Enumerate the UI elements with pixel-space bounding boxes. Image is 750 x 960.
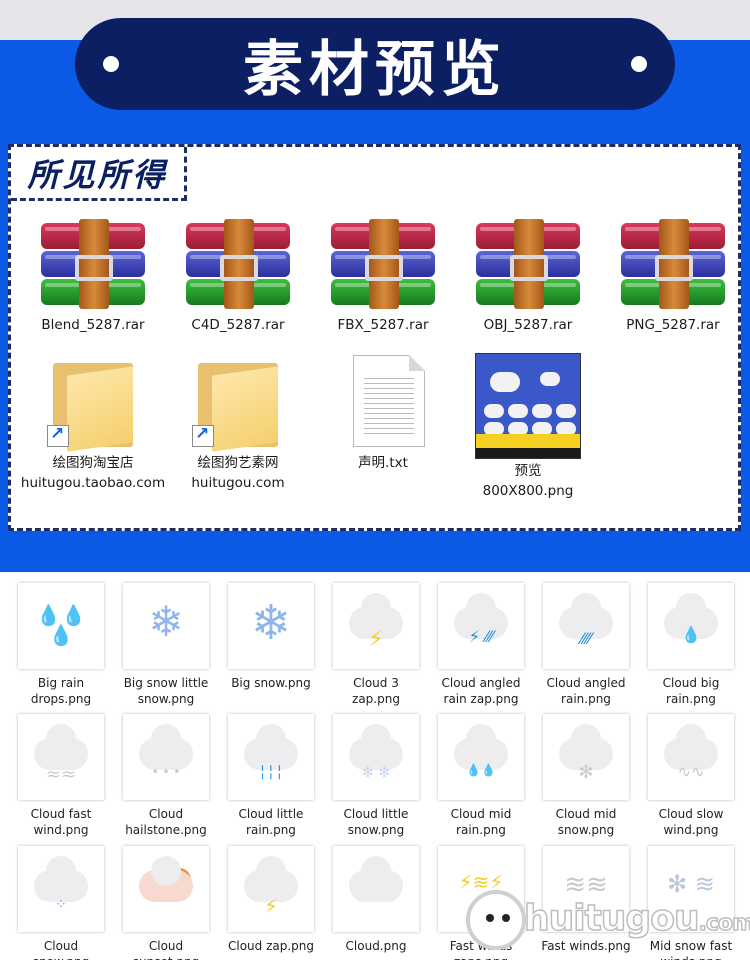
dot-icon [631,56,647,72]
icon-card[interactable]: ✻ [543,714,629,800]
cloud-fast-wind-icon: ≈≈ [18,714,104,800]
cloud-sunset-icon [123,846,209,932]
icon-card-label: Cloud zap.png [227,939,314,953]
file-item[interactable]: 绘图狗淘宝店 huitugou.taobao.com [20,353,166,493]
file-name: FBX_5287.rar [337,317,429,333]
big-rain-drops-icon: 💧💧 💧 [36,603,86,647]
icon-card-label: Cloud sunset.png [133,939,199,960]
icon-card-label: Cloud angled rain.png [546,676,626,706]
icon-card-label: Cloud angled rain zap.png [441,676,521,706]
rar-archive-icon [472,215,584,311]
rar-archive-icon [617,215,729,311]
cloud-mid-snow-icon: ✻ [543,714,629,800]
file-item[interactable]: OBJ_5287.rar [455,215,601,335]
icon-card[interactable]: 💧 [648,583,734,669]
icon-card[interactable]: ⚡ [333,583,419,669]
icon-card-label: Cloud big rain.png [662,676,720,706]
image-thumbnail-icon [472,353,584,459]
rar-archive-icon [182,215,294,311]
folder-shortcut-icon [182,353,294,452]
text-file-icon [327,353,439,449]
icon-card[interactable]: ⁄⁄⁄⁄ [543,583,629,669]
watermark: huitugou.com [466,890,750,950]
file-item[interactable]: C4D_5287.rar [165,215,311,335]
file-name: PNG_5287.rar [626,317,720,333]
icon-card[interactable]: ≈≈ [18,714,104,800]
icon-card[interactable]: ∿∿ [648,714,734,800]
watermark-text: huitugou [523,897,700,940]
cloud-little-snow-icon: ✻ ✻ [333,714,419,800]
icon-card-label: Cloud mid snow.png [555,807,617,837]
icon-card[interactable]: ❄ [228,583,314,669]
file-name: 声明.txt [358,455,408,471]
file-name: 预览 800X800.png [482,463,574,499]
file-explorer-panel: 所见所得 Blend_5287.rar C4D_5287.rar FBX_528… [8,144,741,531]
cloud-angled-rain-zap-icon: ⚡ ⁄⁄⁄ [438,583,524,669]
file-name: 绘图狗淘宝店 huitugou.taobao.com [20,455,166,491]
panel-label-box: 所见所得 [11,147,187,201]
file-name: Blend_5287.rar [41,317,145,333]
icon-card-label: Cloud hailstone.png [125,807,207,837]
icon-card[interactable]: ⚡ [228,846,314,932]
file-item[interactable]: 预览 800X800.png [455,353,601,501]
dog-logo-icon [466,890,526,950]
file-name: C4D_5287.rar [191,317,285,333]
cloud-snow-icon: ⁘ [18,846,104,932]
big-snow-little-snow-icon: ❄ [148,597,184,646]
icon-card-label: Cloud snow.png [33,939,90,960]
icon-card[interactable]: 💧💧 [438,714,524,800]
icon-card[interactable] [123,846,209,932]
icon-card-label: Big snow little snow.png [123,676,209,706]
icon-card[interactable]: ⁘ [18,846,104,932]
cloud-zap-icon: ⚡ [228,846,314,932]
big-snow-icon: ❄ [250,595,292,651]
file-item[interactable]: 声明.txt [310,353,456,473]
icon-card[interactable]: ╎╎╎ [228,714,314,800]
cloud-icon [333,846,419,932]
icon-card-label: Cloud little rain.png [238,807,304,837]
cloud-mid-rain-icon: 💧💧 [438,714,524,800]
cloud-big-rain-icon: 💧 [648,583,734,669]
cloud-little-rain-icon: ╎╎╎ [228,714,314,800]
file-name: 绘图狗艺素网 huitugou.com [191,455,285,491]
icon-card-label: Cloud.png [345,939,407,953]
dot-icon [103,56,119,72]
icon-card[interactable]: ✻ ✻ [333,714,419,800]
icon-card-label: Cloud fast wind.png [30,807,92,837]
title-banner: 素材预览 [75,18,675,110]
file-item[interactable]: PNG_5287.rar [600,215,746,335]
file-item[interactable]: Blend_5287.rar [20,215,166,335]
folder-shortcut-icon [37,353,149,452]
icon-card-label: Big snow.png [231,676,311,690]
icon-card-label: Big rain drops.png [30,676,92,706]
icon-card-label: Cloud little snow.png [343,807,409,837]
icon-card[interactable]: • • • [123,714,209,800]
file-name: OBJ_5287.rar [483,317,573,333]
file-item[interactable]: 绘图狗艺素网 huitugou.com [165,353,311,493]
page-title: 素材预览 [243,34,507,105]
cloud-slow-wind-icon: ∿∿ [648,714,734,800]
icon-card-label: Cloud slow wind.png [658,807,724,837]
panel-label: 所见所得 [27,155,168,194]
icon-card[interactable] [333,846,419,932]
icon-card-label: Cloud 3 zap.png [352,676,400,706]
rar-archive-icon [37,215,149,311]
cloud-3-zap-icon: ⚡ [333,583,419,669]
cloud-hailstone-icon: • • • [123,714,209,800]
cloud-angled-rain-icon: ⁄⁄⁄⁄ [543,583,629,669]
icon-card[interactable]: ❄ [123,583,209,669]
icon-card-label: Cloud mid rain.png [450,807,512,837]
file-item[interactable]: FBX_5287.rar [310,215,456,335]
watermark-suffix: .com [698,910,750,937]
rar-archive-icon [327,215,439,311]
icon-card[interactable]: 💧💧 💧 [18,583,104,669]
icon-card[interactable]: ⚡ ⁄⁄⁄ [438,583,524,669]
